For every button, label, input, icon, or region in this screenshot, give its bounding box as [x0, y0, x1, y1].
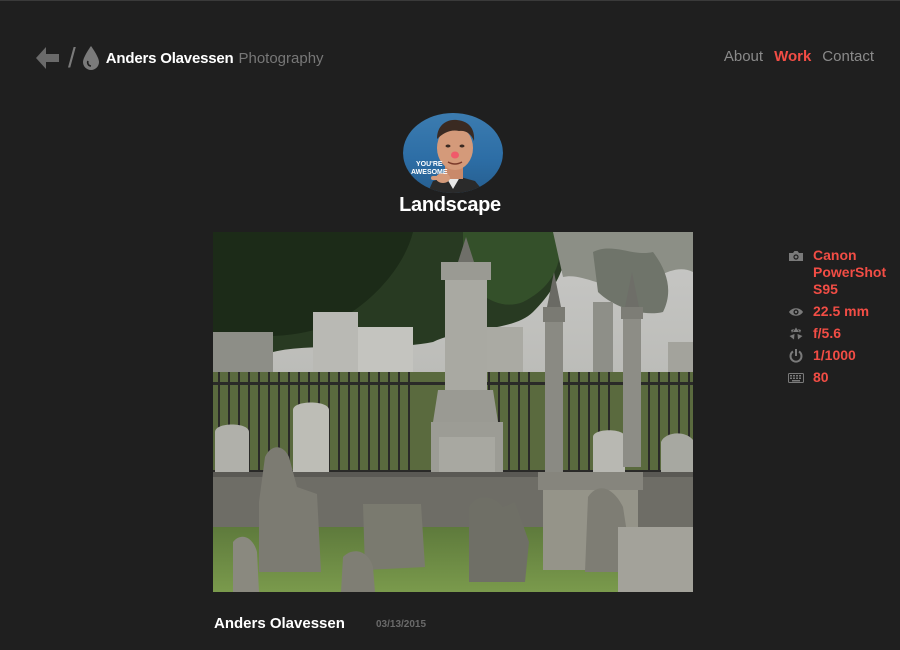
- avatar-caption: YOU'RE AWESOME: [411, 161, 448, 176]
- exif-camera: Canon PowerShot S95: [788, 247, 898, 298]
- camera-icon: [789, 251, 803, 261]
- exif-iso-value: 80: [813, 369, 829, 385]
- keyboard-icon: [788, 373, 804, 383]
- exif-aperture-value: f/5.6: [813, 325, 842, 341]
- cemetery-photo[interactable]: [213, 232, 693, 592]
- brand-subtitle[interactable]: Photography: [238, 50, 323, 67]
- exif-shutter-value: 1/1000: [813, 347, 856, 363]
- eye-icon: [789, 308, 803, 316]
- avatar-image: YOU'RE AWESOME: [403, 113, 503, 193]
- nav-about[interactable]: About: [724, 48, 763, 65]
- exif-iso: 80: [788, 369, 898, 386]
- nav-work[interactable]: Work: [774, 48, 811, 65]
- main-nav: About Work Contact: [724, 48, 874, 65]
- exif-camera-value: Canon PowerShot S95: [813, 247, 887, 297]
- aperture-icon: [789, 327, 803, 340]
- back-arrow-icon[interactable]: [32, 43, 62, 73]
- site-header: / Anders Olavessen Photography: [32, 41, 324, 75]
- avatar[interactable]: YOU'RE AWESOME: [403, 113, 503, 193]
- header-separator: /: [68, 42, 76, 73]
- category-title: Landscape: [399, 194, 501, 216]
- page: / Anders Olavessen Photography About Wor…: [0, 0, 900, 650]
- droplet-icon[interactable]: [82, 45, 100, 71]
- exif-focal: 22.5 mm: [788, 303, 898, 320]
- exif-focal-value: 22.5 mm: [813, 303, 870, 319]
- nav-contact[interactable]: Contact: [822, 48, 874, 65]
- brand-name[interactable]: Anders Olavessen: [106, 50, 234, 67]
- photo-date: 03/13/2015: [376, 619, 427, 630]
- portrait-illustration: [427, 119, 485, 193]
- exif-panel: Canon PowerShot S95 22.5 mm f/5.6 1/1000…: [788, 247, 898, 391]
- exif-aperture: f/5.6: [788, 325, 898, 342]
- exif-shutter: 1/1000: [788, 347, 898, 364]
- photo-author[interactable]: Anders Olavessen: [214, 615, 345, 632]
- power-icon: [789, 349, 803, 363]
